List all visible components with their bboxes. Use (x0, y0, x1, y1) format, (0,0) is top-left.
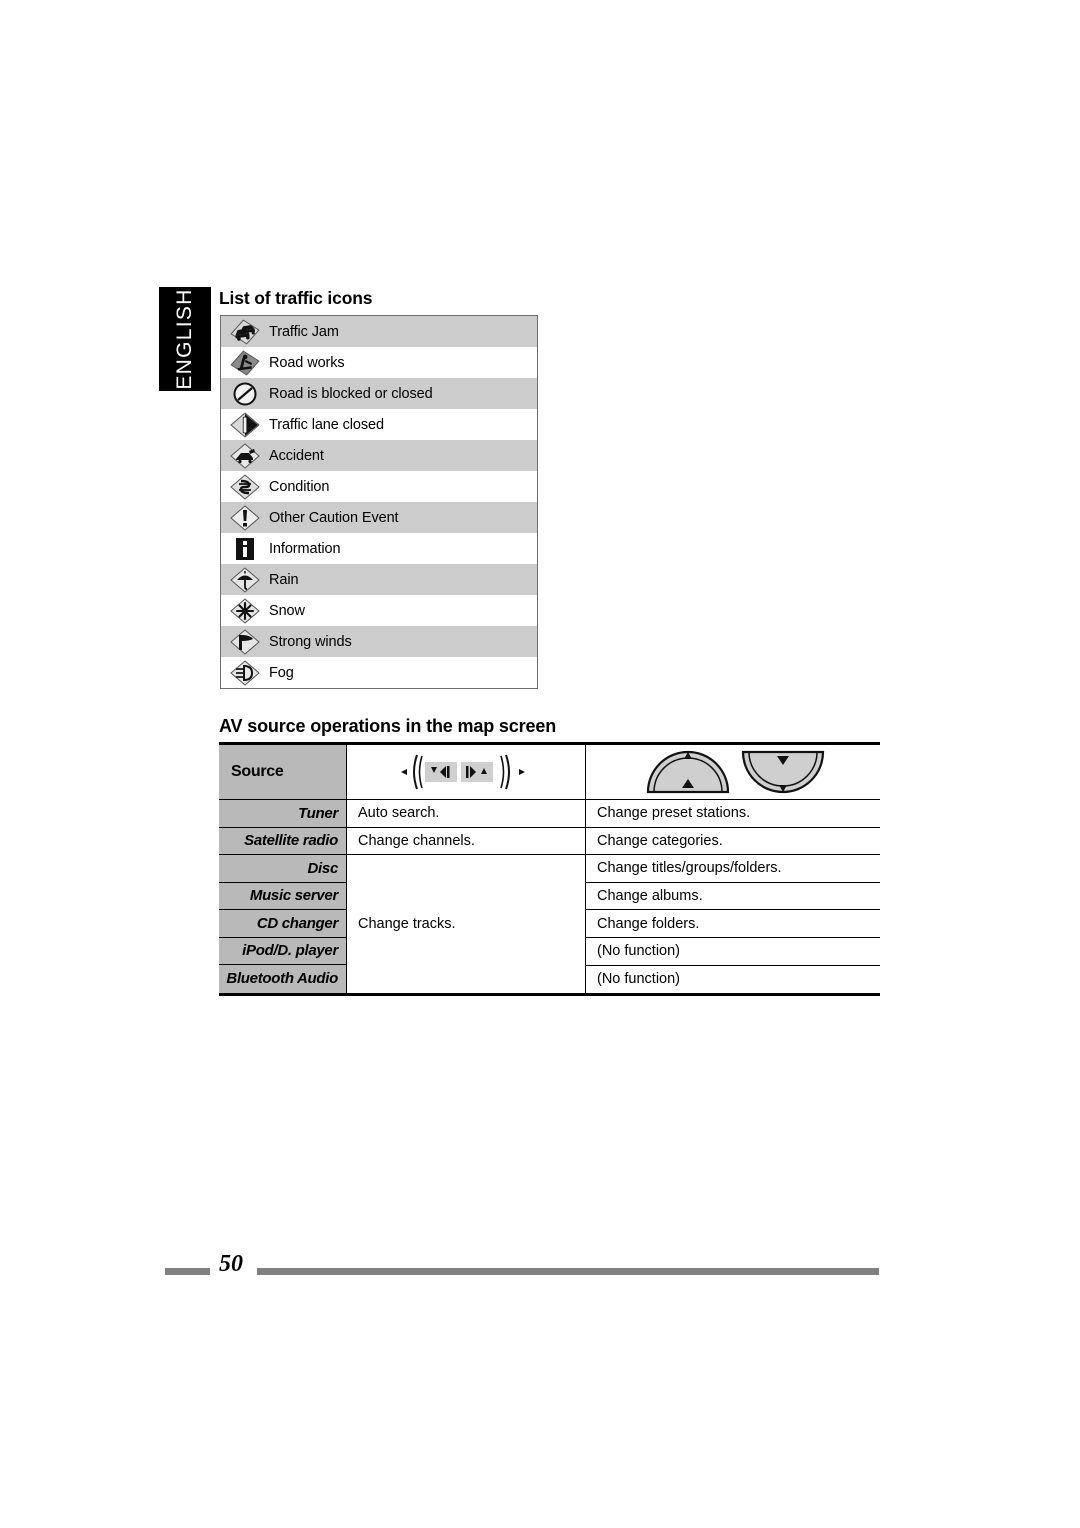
road-blocked-icon (221, 378, 269, 409)
manual-page: ENGLISH List of traffic icons Traffic Ja… (0, 0, 1080, 1528)
footer-rule-left (165, 1268, 210, 1275)
traffic-row-label: Accident (269, 447, 324, 464)
operation-cell-col3: (No function) (586, 938, 880, 966)
other-caution-event-icon (221, 502, 269, 533)
road-works-icon (221, 347, 269, 378)
av-source-operations-table: Source Tuner Auto search. Change preset … (219, 742, 880, 996)
rain-icon (221, 564, 269, 595)
strong-winds-icon (221, 626, 269, 657)
table-row: Tuner Auto search. Change preset station… (219, 800, 880, 828)
source-name-cell: Disc (219, 855, 347, 883)
traffic-row-label: Information (269, 540, 341, 557)
grouped-source-names: Disc Music server CD changer iPod/D. pla… (219, 855, 347, 993)
traffic-row-label: Fog (269, 664, 294, 681)
table-header-row: Source (219, 745, 880, 800)
traffic-row-label: Traffic Jam (269, 323, 339, 340)
table-row: Information (221, 533, 537, 564)
table-row: Snow (221, 595, 537, 626)
traffic-row-label: Other Caution Event (269, 509, 399, 526)
operation-cell-col3: (No function) (586, 965, 880, 993)
page-number: 50 (219, 1251, 243, 1277)
snow-icon (221, 595, 269, 626)
shared-operation-cell-col2: Change tracks. (347, 855, 586, 993)
source-name-cell: Music server (219, 882, 347, 910)
operation-cell-col2: Auto search. (347, 800, 586, 828)
traffic-icons-table: Traffic Jam Road works Road is blocked o… (220, 315, 538, 689)
table-row: Satellite radio Change channels. Change … (219, 827, 880, 855)
source-name-cell: CD changer (219, 910, 347, 938)
traffic-row-label: Road works (269, 354, 345, 371)
condition-icon (221, 471, 269, 502)
av-section-heading: AV source operations in the map screen (219, 716, 557, 736)
table-row: Rain (221, 564, 537, 595)
source-name-cell: iPod/D. player (219, 937, 347, 965)
operation-cell-col3: Change folders. (586, 910, 880, 939)
grouped-operations-col3: Change titles/groups/folders. Change alb… (586, 855, 880, 993)
traffic-row-label: Road is blocked or closed (269, 385, 433, 402)
traffic-row-label: Traffic lane closed (269, 416, 384, 433)
operation-cell-col3: Change titles/groups/folders. (586, 855, 880, 883)
source-name-cell: Tuner (219, 800, 347, 828)
operation-cell-col2: Change channels. (347, 827, 586, 855)
up-down-rocker-buttons-icon (586, 745, 880, 800)
table-row: Traffic lane closed (221, 409, 537, 440)
table-row: Traffic Jam (221, 316, 537, 347)
fog-icon (221, 657, 269, 688)
source-name-cell: Bluetooth Audio (219, 965, 347, 993)
traffic-section-heading: List of traffic icons (219, 288, 373, 308)
table-row: Accident (221, 440, 537, 471)
traffic-row-label: Rain (269, 571, 299, 588)
traffic-row-label: Snow (269, 602, 305, 619)
track-prev-next-buttons-icon (347, 745, 586, 800)
footer-rule-right (257, 1268, 879, 1275)
operation-cell-col3: Change albums. (586, 882, 880, 911)
language-tab-label: ENGLISH (173, 288, 196, 390)
traffic-row-label: Condition (269, 478, 330, 495)
table-row: Fog (221, 657, 537, 688)
table-row: Road is blocked or closed (221, 378, 537, 409)
operation-cell-col3: Change preset stations. (586, 800, 880, 828)
table-row: Condition (221, 471, 537, 502)
information-icon (221, 533, 269, 564)
accident-icon (221, 440, 269, 471)
table-row: Road works (221, 347, 537, 378)
traffic-row-label: Strong winds (269, 633, 352, 650)
traffic-lane-closed-icon (221, 409, 269, 440)
operation-cell-col3: Change categories. (586, 827, 880, 855)
source-name-cell: Satellite radio (219, 827, 347, 855)
table-row: Other Caution Event (221, 502, 537, 533)
grouped-rows: Disc Music server CD changer iPod/D. pla… (219, 855, 880, 993)
source-column-header: Source (219, 745, 347, 800)
language-tab: ENGLISH (159, 287, 211, 391)
table-row: Strong winds (221, 626, 537, 657)
traffic-jam-icon (221, 316, 269, 347)
